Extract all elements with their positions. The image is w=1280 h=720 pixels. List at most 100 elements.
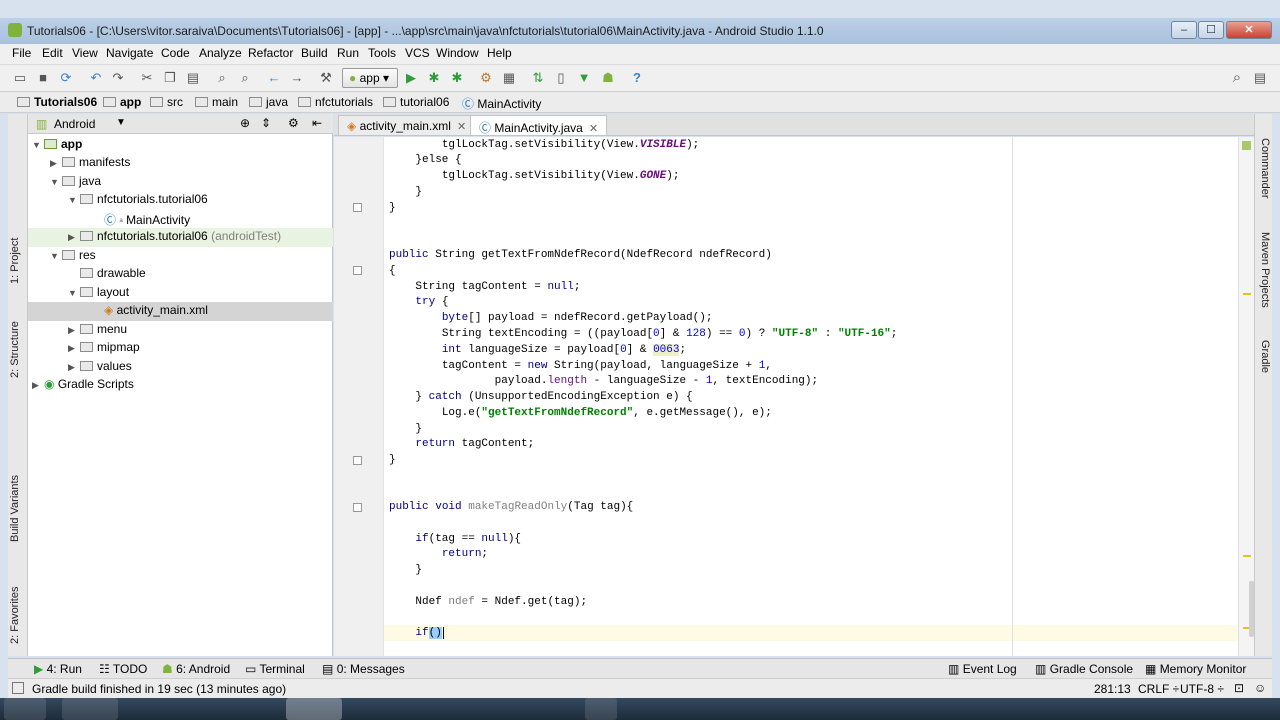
- fold-marker[interactable]: [353, 203, 362, 212]
- replace-icon[interactable]: ⌕: [237, 70, 253, 86]
- tree-node-values[interactable]: ▶ values: [68, 359, 132, 377]
- tree-node-mainactivity[interactable]: Ⓒ ᵃ MainActivity: [104, 211, 190, 229]
- tool-tab-structure[interactable]: 2: Structure: [9, 321, 21, 378]
- chevron-down-icon[interactable]: ▼: [116, 117, 126, 128]
- maximize-button[interactable]: ☐: [1198, 21, 1224, 39]
- tree-node-package-androidtest[interactable]: ▶ nfctutorials.tutorial06 (androidTest): [28, 228, 333, 247]
- tool-tab-android[interactable]: ☗ 6: Android: [162, 662, 230, 676]
- menu-run[interactable]: Run: [337, 46, 359, 60]
- menu-vcs[interactable]: VCS: [405, 46, 430, 60]
- open-folder-icon[interactable]: ▭: [12, 70, 28, 86]
- tool-tab-maven-projects[interactable]: Maven Projects: [1259, 232, 1271, 308]
- code-editor[interactable]: tglLockTag.setVisibility(View.VISIBLE); …: [334, 137, 1238, 656]
- breadcrumb-item-java[interactable]: java: [249, 95, 288, 109]
- tool-tab-terminal[interactable]: ▭ Terminal: [245, 662, 305, 676]
- tool-tab-gradle[interactable]: Gradle: [1259, 340, 1271, 373]
- tool-tab-memory-monitor[interactable]: ▦ Memory Monitor: [1145, 662, 1246, 676]
- tab-mainactivity-java[interactable]: Ⓒ MainActivity.java ✕: [470, 115, 608, 135]
- fold-marker[interactable]: [353, 503, 362, 512]
- sync-gradle-icon[interactable]: ⇅: [530, 70, 546, 86]
- warning-marker[interactable]: [1243, 555, 1251, 557]
- breadcrumb-item-main[interactable]: main: [195, 95, 238, 109]
- close-tab-icon[interactable]: ✕: [457, 121, 466, 133]
- redo-icon[interactable]: ↷: [110, 70, 126, 86]
- encoding-select[interactable]: UTF-8 ÷: [1180, 682, 1224, 696]
- sdk-manager-icon[interactable]: ▼: [576, 70, 592, 86]
- tool-tab-favorites[interactable]: 2: Favorites: [9, 587, 21, 644]
- fold-marker[interactable]: [353, 456, 362, 465]
- taskbar-app[interactable]: [585, 698, 617, 720]
- help-icon[interactable]: ?: [629, 70, 645, 86]
- menu-refactor[interactable]: Refactor: [248, 46, 293, 60]
- avd-manager-icon[interactable]: ▯: [553, 70, 569, 86]
- editor-scrollbar[interactable]: [1238, 137, 1254, 656]
- project-structure-icon[interactable]: ⚙: [478, 70, 494, 86]
- tree-node-package[interactable]: ▼ nfctutorials.tutorial06: [68, 192, 208, 210]
- paste-icon[interactable]: ▤: [185, 70, 201, 86]
- tool-tab-todo[interactable]: ☷ TODO: [99, 662, 147, 676]
- menu-code[interactable]: Code: [161, 46, 190, 60]
- sync-icon[interactable]: ⟳: [58, 70, 74, 86]
- save-icon[interactable]: ■: [35, 70, 51, 86]
- collapse-all-icon[interactable]: ⇕: [261, 116, 271, 130]
- taskbar-app-active[interactable]: [286, 698, 342, 720]
- menu-build[interactable]: Build: [301, 46, 328, 60]
- lock-icon[interactable]: ⊡: [1234, 681, 1244, 695]
- find-icon[interactable]: ⌕: [214, 70, 230, 86]
- breadcrumb-item-project[interactable]: Tutorials06: [17, 95, 97, 109]
- tool-tab-gradle-console[interactable]: ▥ Gradle Console: [1035, 662, 1133, 676]
- cut-icon[interactable]: ✂: [139, 70, 155, 86]
- copy-icon[interactable]: ❐: [162, 70, 178, 86]
- tool-windows-icon[interactable]: [12, 682, 24, 694]
- menu-file[interactable]: File: [12, 46, 31, 60]
- tool-tab-commander[interactable]: Commander: [1259, 138, 1271, 199]
- tree-node-mipmap[interactable]: ▶ mipmap: [68, 340, 140, 358]
- android-monitor-icon[interactable]: ☗: [600, 70, 616, 86]
- tool-tab-run[interactable]: ▶ 4: Run: [34, 662, 82, 676]
- toolbar-more-icon[interactable]: ▤: [1252, 70, 1268, 86]
- undo-icon[interactable]: ↶: [88, 70, 104, 86]
- breadcrumb-item-mainactivity[interactable]: Ⓒ MainActivity: [462, 95, 541, 112]
- menu-navigate[interactable]: Navigate: [106, 46, 153, 60]
- menu-tools[interactable]: Tools: [368, 46, 396, 60]
- tab-activity-main-xml[interactable]: ◈ activity_main.xml ✕: [338, 115, 476, 135]
- minimize-button[interactable]: –: [1171, 21, 1197, 39]
- breadcrumb-item-nfctutorials[interactable]: nfctutorials: [298, 95, 373, 109]
- breadcrumb-item-app[interactable]: app: [103, 95, 141, 109]
- tree-node-app[interactable]: ▼ app: [32, 137, 82, 155]
- caret-position[interactable]: 281:13: [1094, 682, 1131, 696]
- tree-node-res[interactable]: ▼ res: [32, 248, 96, 266]
- inspector-icon[interactable]: ☺: [1254, 681, 1266, 695]
- fold-marker[interactable]: [353, 266, 362, 275]
- project-view-select[interactable]: Android: [54, 117, 95, 131]
- search-everywhere-icon[interactable]: ⌕: [1229, 70, 1245, 86]
- settings-icon[interactable]: ▦: [501, 70, 517, 86]
- tree-node-layout[interactable]: ▼ layout: [68, 285, 129, 303]
- warning-marker[interactable]: [1243, 293, 1251, 295]
- tree-node-gradle-scripts[interactable]: ▶ ◉ Gradle Scripts: [32, 377, 134, 395]
- forward-icon[interactable]: →: [289, 70, 305, 86]
- menu-view[interactable]: View: [72, 46, 98, 60]
- tool-tab-build-variants[interactable]: Build Variants: [9, 475, 21, 542]
- tree-node-drawable[interactable]: drawable: [68, 266, 146, 284]
- line-separator-select[interactable]: CRLF ÷: [1138, 682, 1179, 696]
- tool-tab-project[interactable]: 1: Project: [9, 238, 21, 284]
- tree-node-activity-main-xml[interactable]: ◈ activity_main.xml: [28, 302, 333, 321]
- menu-edit[interactable]: Edit: [42, 46, 63, 60]
- close-tab-icon[interactable]: ✕: [589, 123, 598, 135]
- gear-icon[interactable]: ⚙: [288, 116, 299, 130]
- tool-tab-event-log[interactable]: ▥ Event Log: [948, 662, 1017, 676]
- menu-window[interactable]: Window: [436, 46, 479, 60]
- status-message[interactable]: Gradle build finished in 19 sec (13 minu…: [32, 682, 286, 696]
- scroll-from-source-icon[interactable]: ⊕: [240, 116, 250, 130]
- tool-tab-messages[interactable]: ▤ 0: Messages: [322, 662, 405, 676]
- close-button[interactable]: ✕: [1226, 21, 1272, 39]
- breadcrumb-item-src[interactable]: src: [150, 95, 183, 109]
- menu-help[interactable]: Help: [487, 46, 512, 60]
- tree-node-menu[interactable]: ▶ menu: [68, 322, 127, 340]
- breadcrumb-item-tutorial06[interactable]: tutorial06: [383, 95, 449, 109]
- taskbar-app[interactable]: [62, 698, 118, 720]
- tree-node-java[interactable]: ▼ java: [50, 174, 101, 192]
- run-config-select[interactable]: ● app ▾: [342, 68, 398, 88]
- attach-debugger-icon[interactable]: ✱: [449, 70, 465, 86]
